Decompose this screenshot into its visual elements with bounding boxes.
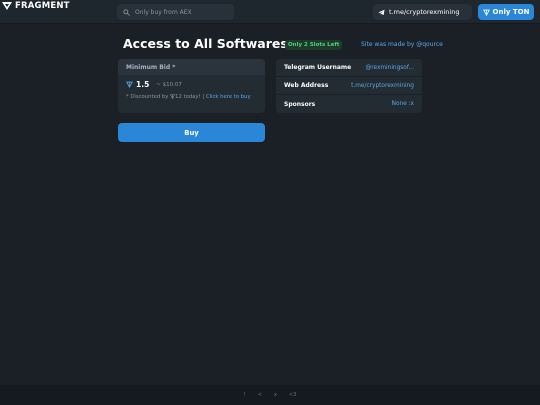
page-title: Access to All Softwares <box>123 36 288 51</box>
info-label: Sponsors <box>284 100 316 108</box>
buy-button[interactable]: Buy <box>118 123 265 142</box>
info-row-telegram-username: Telegram Username @rexminingsof... <box>276 59 422 77</box>
search-icon <box>123 8 130 16</box>
ton-icon <box>482 9 490 16</box>
info-value-link[interactable]: t.me/cryptorexmining <box>351 83 414 89</box>
bid-note-amount: 12 today! <box>175 94 201 100</box>
fragment-logo-icon <box>2 2 12 10</box>
bid-amount: 1.5 <box>136 80 150 89</box>
info-table: Telegram Username @rexminingsof... Web A… <box>276 59 422 113</box>
logo-text: FRAGMENT <box>15 1 70 11</box>
telegram-link-button[interactable]: t.me/cryptorexmining <box>373 4 472 20</box>
info-label: Telegram Username <box>284 64 352 71</box>
info-row-sponsors: Sponsors None :x <box>276 95 422 113</box>
top-header: FRAGMENT t.me/cryptorexmining Only TON <box>0 0 540 24</box>
logo[interactable]: FRAGMENT <box>2 1 70 11</box>
bid-note-separator: | <box>202 94 205 100</box>
telegram-link-label: t.me/cryptorexmining <box>389 8 460 16</box>
footer-item[interactable]: <3 <box>289 392 296 398</box>
info-label: Web Address <box>284 82 329 89</box>
made-by-link[interactable]: Site was made by @qource <box>361 41 443 48</box>
bid-note-prefix: * Discounted by <box>126 94 169 100</box>
bid-value-row: 1.5 ~ $10.07 <box>126 80 182 89</box>
footer: ! < x <3 <box>0 385 540 405</box>
ton-icon <box>126 81 133 88</box>
only-ton-label: Only TON <box>492 8 530 16</box>
minimum-bid-card: Minimum Bid * 1.5 ~ $10.07 * Discounted … <box>118 59 265 113</box>
slots-badge: Only 2 Slots Left <box>285 40 343 50</box>
telegram-icon <box>378 9 385 15</box>
search-input[interactable] <box>135 8 230 16</box>
info-value-link[interactable]: @rexminingsof... <box>365 65 414 71</box>
bid-usd: ~ $10.07 <box>156 81 182 88</box>
footer-item[interactable]: ! <box>244 392 246 398</box>
info-row-web-address: Web Address t.me/cryptorexmining <box>276 77 422 95</box>
search-box[interactable] <box>117 4 234 20</box>
buy-link[interactable]: Click here to buy <box>206 94 251 100</box>
bid-header: Minimum Bid * <box>118 59 265 75</box>
footer-item[interactable]: < <box>258 392 262 398</box>
info-value: None :x <box>391 101 414 107</box>
bid-note: * Discounted by 12 today! | Click here t… <box>126 93 258 101</box>
only-ton-button[interactable]: Only TON <box>478 4 534 20</box>
footer-item[interactable]: x <box>274 392 277 398</box>
